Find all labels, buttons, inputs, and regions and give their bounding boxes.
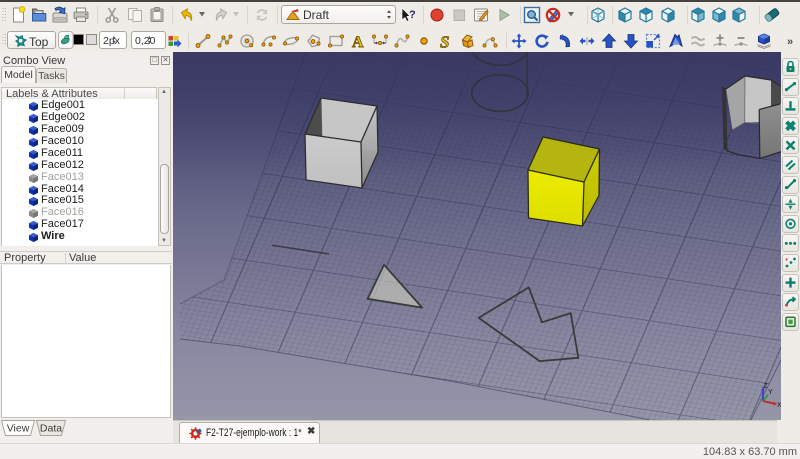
svg-text:View: View (7, 423, 30, 435)
svg-text:»: » (787, 36, 793, 48)
svg-text:S: S (440, 33, 449, 52)
svg-text:Data: Data (40, 423, 62, 435)
svg-text:?: ? (409, 9, 416, 21)
svg-text:A: A (352, 34, 364, 51)
svg-text:Y: Y (768, 389, 773, 396)
